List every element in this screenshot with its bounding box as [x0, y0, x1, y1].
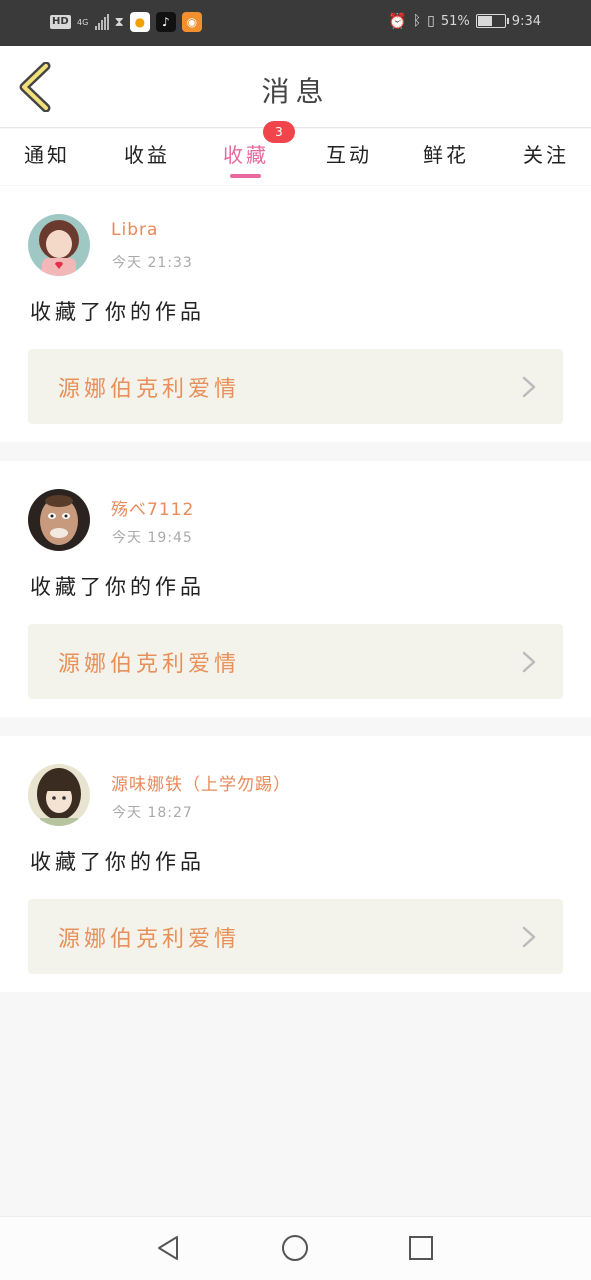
app-icon: ●	[129, 12, 150, 32]
bluetooth-icon: ᛒ	[412, 13, 422, 29]
username[interactable]: Libra	[111, 220, 158, 240]
avatar[interactable]	[28, 764, 90, 826]
work-link[interactable]: 源娜伯克利爱情	[28, 349, 563, 424]
action-text: 收藏了你的作品	[30, 300, 205, 324]
tab-earnings[interactable]: 收益	[124, 139, 170, 168]
timestamp: 今天 21:33	[112, 255, 193, 271]
header: 消息	[0, 46, 591, 128]
vibrate-icon: ▯	[427, 13, 435, 29]
message-card: 殇べ7112 今天 19:45 收藏了你的作品 源娜伯克利爱情	[0, 461, 591, 717]
avatar[interactable]	[28, 489, 90, 551]
tab-favorites[interactable]: 收藏	[223, 139, 269, 168]
chevron-right-icon	[522, 651, 536, 673]
action-text: 收藏了你的作品	[30, 575, 205, 599]
work-title: 源娜伯克利爱情	[58, 652, 241, 677]
browser-icon: ◉	[181, 12, 202, 32]
back-triangle-icon[interactable]	[153, 1233, 183, 1263]
tab-interactions[interactable]: 互动	[326, 139, 372, 168]
chevron-right-icon	[522, 926, 536, 948]
message-card: 源味娜铁（上学勿踢） 今天 18:27 收藏了你的作品 源娜伯克利爱情	[0, 736, 591, 992]
username[interactable]: 殇べ7112	[111, 495, 194, 520]
battery-percent: 51%	[440, 13, 470, 29]
recents-square-icon[interactable]	[406, 1233, 436, 1263]
signal-icon	[94, 14, 109, 30]
hd-indicator: HD	[50, 15, 71, 29]
work-title: 源娜伯克利爱情	[58, 927, 241, 952]
system-nav-bar	[0, 1216, 591, 1280]
tab-flowers[interactable]: 鲜花	[423, 139, 469, 168]
network-type: 4G	[77, 17, 89, 27]
message-card: Libra 今天 21:33 收藏了你的作品 源娜伯克利爱情	[0, 186, 591, 442]
timestamp: 今天 19:45	[112, 530, 193, 546]
status-bar: HD 4G ⧗ ● ♪ ◉ ⏰ ᛒ ▯ 51% 9:34	[0, 0, 591, 46]
chevron-right-icon	[522, 376, 536, 398]
work-link[interactable]: 源娜伯克利爱情	[28, 899, 563, 974]
username[interactable]: 源味娜铁（上学勿踢）	[111, 770, 291, 795]
avatar[interactable]	[28, 214, 90, 276]
work-title: 源娜伯克利爱情	[58, 377, 241, 402]
active-tab-indicator	[230, 174, 261, 178]
tab-notifications[interactable]: 通知	[24, 139, 70, 168]
tab-following[interactable]: 关注	[523, 139, 569, 168]
favorites-badge: 3	[263, 121, 295, 143]
battery-icon	[475, 14, 509, 28]
hourglass-icon: ⧗	[114, 14, 124, 30]
tiktok-icon: ♪	[155, 12, 176, 32]
timestamp: 今天 18:27	[112, 805, 193, 821]
work-link[interactable]: 源娜伯克利爱情	[28, 624, 563, 699]
status-right: ⏰ ᛒ ▯ 51% 9:34	[388, 12, 541, 30]
clock: 9:34	[511, 13, 541, 29]
alarm-icon: ⏰	[388, 12, 407, 30]
home-circle-icon[interactable]	[280, 1233, 310, 1263]
page-title: 消息	[261, 75, 330, 108]
status-left: HD 4G ⧗ ● ♪ ◉	[50, 12, 202, 32]
action-text: 收藏了你的作品	[30, 850, 205, 874]
tab-bar: 通知 收益 收藏 3 互动 鲜花 关注	[0, 121, 591, 185]
